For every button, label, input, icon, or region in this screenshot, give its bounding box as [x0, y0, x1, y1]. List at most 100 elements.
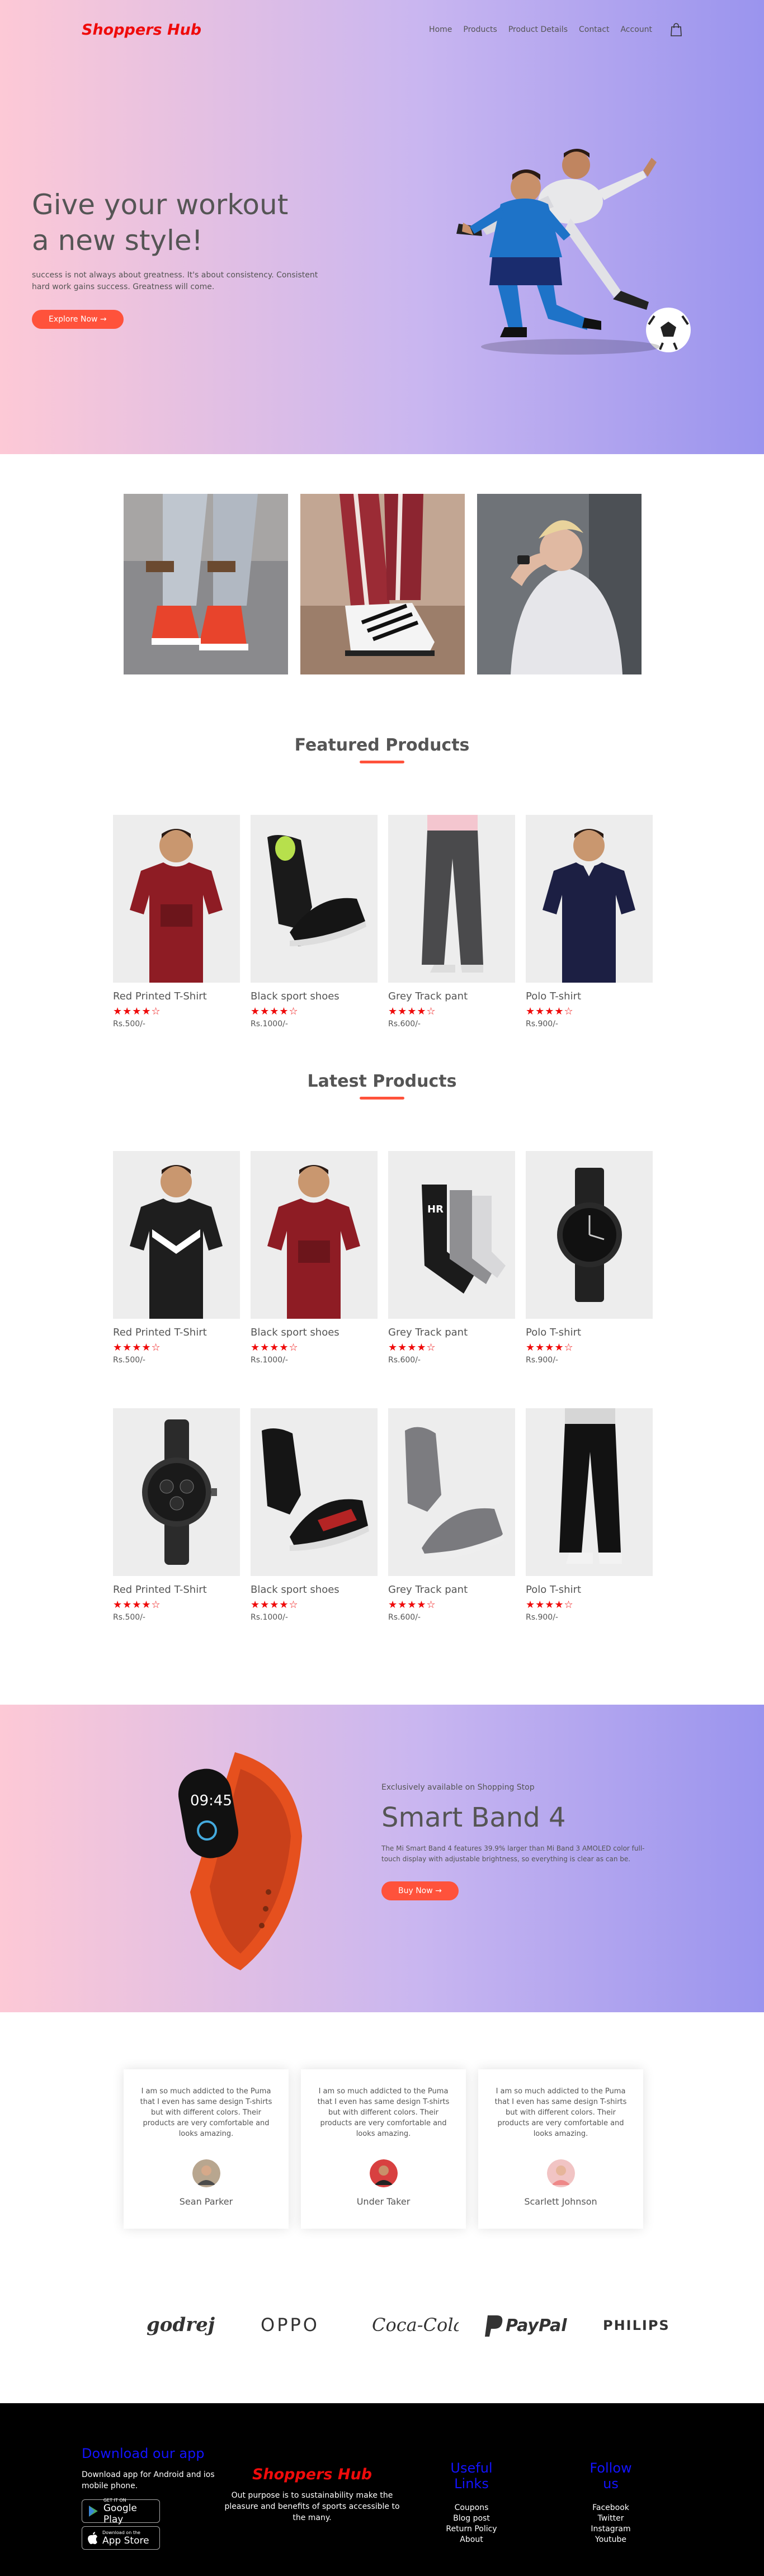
footer-download: Download our app Download app for Androi… [82, 2446, 227, 2550]
google-play-badge[interactable]: GET IT ON Google Play [82, 2498, 160, 2525]
svg-text:PHILIPS: PHILIPS [603, 2318, 670, 2333]
oppo-logo: OPPO [261, 2314, 317, 2336]
avatar [369, 2159, 398, 2187]
product-name[interactable]: Grey Track pant [388, 990, 515, 1002]
useful-links-title: Useful Links [450, 2460, 493, 2492]
product-card[interactable]: Polo T-shirt ★★★★☆ Rs.900/- [526, 1408, 653, 1622]
category-image-sneakers-jeans[interactable] [124, 494, 288, 674]
product-image-grey-slip-on-shoes[interactable] [388, 1408, 515, 1576]
footer-download-text: Download app for Android and ios mobile … [82, 2470, 215, 2490]
product-name[interactable]: Black sport shoes [251, 1327, 378, 1338]
product-name[interactable]: Black sport shoes [251, 1584, 378, 1596]
main-menu: Home Products Product Details Contact Ac… [429, 23, 682, 36]
nav-products[interactable]: Products [463, 25, 497, 34]
product-image-red-tshirt[interactable] [113, 815, 240, 983]
product-card[interactable]: Red Printed T-Shirt ★★★★☆ Rs.500/- [113, 1408, 240, 1622]
product-card[interactable]: Polo T-shirt ★★★★☆ Rs.900/- [526, 815, 653, 1028]
product-image-black-joggers[interactable] [526, 1408, 653, 1576]
brand-logos: godrej OPPO Coca-Cola PayPal PHILIPS [141, 2304, 687, 2343]
footer-link-blog-post[interactable]: Blog post [432, 2513, 511, 2524]
latest-title: Latest Products [307, 1072, 457, 1091]
nav-product-details[interactable]: Product Details [508, 25, 568, 34]
product-price: Rs.900/- [526, 1613, 558, 1622]
rating-stars: ★★★★☆ [113, 1342, 161, 1353]
rating-stars: ★★★★☆ [113, 1006, 161, 1017]
product-card[interactable]: Black sport shoes ★★★★☆ Rs.1000/- [251, 1408, 378, 1622]
product-image-chronograph-watch[interactable] [113, 1408, 240, 1576]
footer-link-twitter[interactable]: Twitter [580, 2513, 642, 2524]
svg-text:PayPal: PayPal [506, 2316, 567, 2336]
footer-link-youtube[interactable]: Youtube [580, 2535, 642, 2545]
shopping-bag-icon[interactable] [670, 23, 682, 36]
offer-description: The Mi Smart Band 4 features 39.9% large… [381, 1844, 645, 1863]
coca-cola-logo: Coca-Cola [372, 2314, 459, 2336]
svg-text:godrej: godrej [147, 2314, 215, 2336]
hero-subtitle: success is not always about greatness. I… [32, 271, 318, 291]
product-image-socks[interactable]: HR [388, 1151, 515, 1319]
latest-products-row-1: Red Printed T-Shirt ★★★★☆ Rs.500/- Black… [113, 1151, 653, 1365]
product-card[interactable]: Red Printed T-Shirt ★★★★☆ Rs.500/- [113, 1151, 240, 1365]
product-image-black-shoes[interactable] [251, 815, 378, 983]
latest-products-row-2: Red Printed T-Shirt ★★★★☆ Rs.500/- Black… [113, 1408, 653, 1622]
testimonial-name: Scarlett Johnson [524, 2196, 597, 2207]
product-card[interactable]: Black sport shoes ★★★★☆ Rs.1000/- [251, 1151, 378, 1365]
app-store-badge[interactable]: Download on the App Store [82, 2526, 160, 2550]
paypal-logo: PayPal [485, 2315, 567, 2337]
explore-now-button[interactable]: Explore Now → [32, 310, 124, 329]
product-price: Rs.1000/- [251, 1020, 288, 1028]
product-price: Rs.600/- [388, 1020, 421, 1028]
product-card[interactable]: Grey Track pant ★★★★☆ Rs.600/- [388, 815, 515, 1028]
football-players-image [456, 149, 691, 355]
product-image-polo-tshirt[interactable] [526, 815, 653, 983]
product-name[interactable]: Red Printed T-Shirt [113, 990, 240, 1002]
category-image-woman-watch[interactable] [477, 494, 642, 674]
product-name[interactable]: Grey Track pant [388, 1327, 515, 1338]
footer-link-about[interactable]: About [432, 2535, 511, 2545]
rating-stars: ★★★★☆ [388, 1599, 436, 1611]
product-name[interactable]: Red Printed T-Shirt [113, 1327, 240, 1338]
footer-logo[interactable]: Shoppers Hub [221, 2466, 403, 2483]
product-name[interactable]: Polo T-shirt [526, 1584, 653, 1596]
product-image-grey-trackpant[interactable] [388, 815, 515, 983]
testimonial-quote: I am so much addicted to the Puma that I… [140, 2087, 272, 2138]
product-card[interactable]: Polo T-shirt ★★★★☆ Rs.900/- [526, 1151, 653, 1365]
godrej-logo: godrej [147, 2314, 215, 2336]
category-image-sneakers-trackpants[interactable] [300, 494, 465, 674]
logo[interactable]: Shoppers Hub [82, 21, 201, 39]
footer-link-instagram[interactable]: Instagram [580, 2524, 642, 2535]
product-name[interactable]: Black sport shoes [251, 990, 378, 1002]
product-name[interactable]: Grey Track pant [388, 1584, 515, 1596]
nav-contact[interactable]: Contact [579, 25, 609, 34]
product-card[interactable]: HR Grey Track pant ★★★★☆ Rs.600/- [388, 1151, 515, 1365]
offer-title: Smart Band 4 [381, 1802, 566, 1833]
footer-link-facebook[interactable]: Facebook [580, 2503, 642, 2513]
product-card[interactable]: Red Printed T-Shirt ★★★★☆ Rs.500/- [113, 815, 240, 1028]
footer-link-return-policy[interactable]: Return Policy [432, 2524, 511, 2535]
featured-products-row: Red Printed T-Shirt ★★★★☆ Rs.500/- Black… [113, 815, 653, 1028]
offer-text: Exclusively available on Shopping Stop S… [381, 1783, 661, 1900]
buy-now-button[interactable]: Buy Now → [381, 1881, 459, 1900]
testimonial-name: Under Taker [356, 2196, 411, 2207]
philips-logo: PHILIPS [603, 2318, 670, 2333]
nav-home[interactable]: Home [429, 25, 452, 34]
product-image-black-chevron-tshirt[interactable] [113, 1151, 240, 1319]
app-store-big-text: App Store [102, 2535, 149, 2546]
nav-account[interactable]: Account [620, 25, 652, 34]
product-card[interactable]: Grey Track pant ★★★★☆ Rs.600/- [388, 1408, 515, 1622]
hero-title-line-2: a new style! [32, 224, 203, 257]
product-price: Rs.600/- [388, 1356, 421, 1365]
product-name[interactable]: Red Printed T-Shirt [113, 1584, 240, 1596]
smart-band-image[interactable]: 09:45 [151, 1747, 319, 1981]
testimonial-quote: I am so much addicted to the Puma that I… [317, 2087, 450, 2138]
featured-title-underline [360, 761, 404, 763]
product-image-black-watch[interactable] [526, 1151, 653, 1319]
product-image-maroon-tshirt[interactable] [251, 1151, 378, 1319]
hero-title-line-1: Give your workout [32, 188, 289, 221]
product-name[interactable]: Polo T-shirt [526, 990, 653, 1002]
product-card[interactable]: Black sport shoes ★★★★☆ Rs.1000/- [251, 815, 378, 1028]
rating-stars: ★★★★☆ [113, 1599, 161, 1611]
product-name[interactable]: Polo T-shirt [526, 1327, 653, 1338]
footer-link-coupons[interactable]: Coupons [432, 2503, 511, 2513]
footer-brand: Shoppers Hub Out purpose is to sustainab… [221, 2466, 403, 2523]
product-image-red-black-shoes[interactable] [251, 1408, 378, 1576]
